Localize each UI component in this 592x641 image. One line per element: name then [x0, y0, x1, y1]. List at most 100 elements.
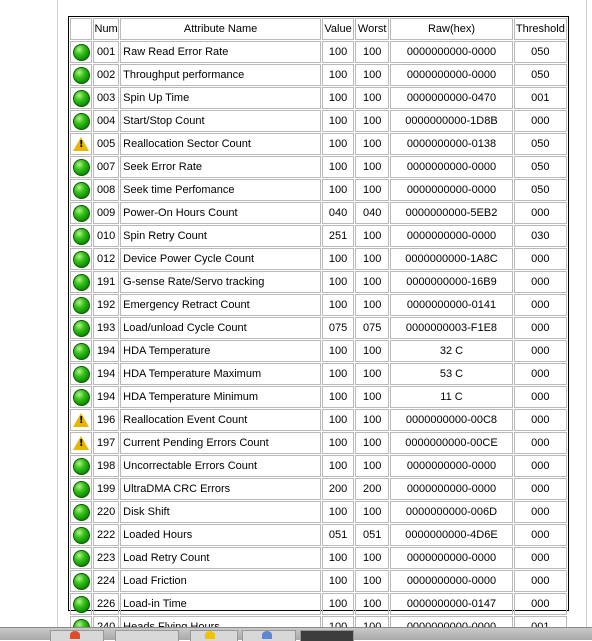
attribute-value: 100 [321, 248, 355, 270]
table-row[interactable]: 196Reallocation Event Count1001000000000… [70, 409, 567, 431]
table-row[interactable]: 003 Spin Up Time 100 100 0000000000-0470 001 [70, 87, 567, 109]
attribute-num: 224 [93, 570, 120, 592]
table-row[interactable]: 226 Load-in Time 100 100 0000000000-0147 000 [70, 593, 567, 615]
attribute-raw: 0000000000-0138 [390, 133, 513, 155]
attribute-num: 222 [93, 524, 120, 546]
browser-icon [70, 631, 80, 639]
attribute-raw: 0000000003-F1E8 [390, 317, 513, 339]
table-header-row: Num Attribute Name Value Worst Raw(hex) … [70, 18, 567, 40]
attribute-threshold: 000 [513, 501, 567, 523]
table-row[interactable]: 198 Uncorrectable Errors Count 100 100 00000… [70, 455, 567, 477]
attribute-value: 100 [321, 593, 355, 615]
column-header-value[interactable]: Value [321, 18, 355, 40]
status-cell [70, 386, 93, 408]
attribute-threshold: 000 [513, 271, 567, 293]
table-row[interactable]: 222 Loaded Hours 051 051 0000000000-4D6E 000 [70, 524, 567, 546]
green-ok-icon [72, 250, 90, 268]
attribute-num: 199 [93, 478, 120, 500]
attribute-worst: 100 [355, 156, 390, 178]
table-row[interactable]: 194 HDA Temperature 100 100 32 C 000 [70, 340, 567, 362]
attribute-value: 100 [321, 363, 355, 385]
attribute-raw: 0000000000-1A8C [390, 248, 513, 270]
table-row[interactable]: 194 HDA Temperature Maximum 100 100 53 C 000 [70, 363, 567, 385]
table-row[interactable]: 197Current Pending Errors Count100100000… [70, 432, 567, 454]
column-header-num[interactable]: Num [93, 18, 120, 40]
table-row[interactable]: 009 Power-On Hours Count 040 040 0000000000-… [70, 202, 567, 224]
attribute-worst: 100 [355, 87, 390, 109]
green-ok-icon [72, 227, 90, 245]
taskbar-button[interactable] [300, 630, 354, 641]
table-row[interactable]: 002 Throughput performance 100 100 000000000… [70, 64, 567, 86]
attribute-name: Seek time Perfomance [120, 179, 321, 201]
column-header-raw-hex[interactable]: Raw(hex) [390, 18, 513, 40]
green-ok-icon [72, 204, 90, 222]
attribute-value: 100 [321, 41, 355, 63]
attribute-raw: 0000000000-0000 [390, 41, 513, 63]
smart-attributes-table: Num Attribute Name Value Worst Raw(hex) … [69, 17, 568, 639]
attribute-num: 001 [93, 41, 120, 63]
attribute-worst: 100 [355, 225, 390, 247]
taskbar-button[interactable] [115, 630, 179, 641]
attribute-value: 100 [321, 64, 355, 86]
attribute-threshold: 000 [513, 202, 567, 224]
attribute-name: HDA Temperature Minimum [120, 386, 321, 408]
attribute-value: 100 [321, 386, 355, 408]
attribute-num: 003 [93, 87, 120, 109]
column-header-status[interactable] [70, 18, 93, 40]
table-row[interactable]: 001 Raw Read Error Rate 100 100 0000000000-0… [70, 41, 567, 63]
table-row[interactable]: 005Reallocation Sector Count100100000000… [70, 133, 567, 155]
status-cell [70, 317, 93, 339]
window-edge-left [57, 0, 58, 627]
attribute-value: 251 [321, 225, 355, 247]
attribute-worst: 100 [355, 179, 390, 201]
attribute-raw: 0000000000-0000 [390, 156, 513, 178]
table-row[interactable]: 010 Spin Retry Count 251 100 0000000000-0000… [70, 225, 567, 247]
attribute-worst: 200 [355, 478, 390, 500]
attribute-threshold: 000 [513, 317, 567, 339]
table-row[interactable]: 004 Start/Stop Count 100 100 0000000000-1D8B… [70, 110, 567, 132]
attribute-raw: 0000000000-0141 [390, 294, 513, 316]
table-row[interactable]: 220 Disk Shift 100 100 0000000000-006D 000 [70, 501, 567, 523]
attribute-num: 194 [93, 386, 120, 408]
table-row[interactable]: 007 Seek Error Rate 100 100 0000000000-0000 0… [70, 156, 567, 178]
column-header-attribute-name[interactable]: Attribute Name [120, 18, 321, 40]
attribute-name: Load Retry Count [120, 547, 321, 569]
table-row[interactable]: 193 Load/unload Cycle Count 075 075 00000000… [70, 317, 567, 339]
warning-triangle-icon [73, 436, 90, 450]
green-ok-icon [72, 66, 90, 84]
attribute-value: 100 [321, 156, 355, 178]
column-header-threshold[interactable]: Threshold [513, 18, 567, 40]
attribute-name: Current Pending Errors Count [120, 432, 321, 454]
attribute-value: 100 [321, 501, 355, 523]
status-cell [70, 570, 93, 592]
attribute-raw: 0000000000-0000 [390, 455, 513, 477]
attribute-num: 193 [93, 317, 120, 339]
status-cell [70, 455, 93, 477]
attribute-raw: 0000000000-006D [390, 501, 513, 523]
attribute-threshold: 050 [513, 133, 567, 155]
column-header-worst[interactable]: Worst [355, 18, 390, 40]
table-row[interactable]: 192 Emergency Retract Count 100 100 00000000… [70, 294, 567, 316]
table-row[interactable]: 224 Load Friction 100 100 0000000000-0000 000 [70, 570, 567, 592]
attribute-num: 007 [93, 156, 120, 178]
table-row[interactable]: 194 HDA Temperature Minimum 100 100 11 C 000 [70, 386, 567, 408]
attribute-threshold: 050 [513, 64, 567, 86]
attribute-threshold: 000 [513, 294, 567, 316]
attribute-value: 100 [321, 110, 355, 132]
attribute-value: 100 [321, 547, 355, 569]
status-cell [70, 363, 93, 385]
table-row[interactable]: 191 G-sense Rate/Servo tracking 100 100 0000… [70, 271, 567, 293]
attribute-name: G-sense Rate/Servo tracking [120, 271, 321, 293]
status-cell [70, 593, 93, 615]
green-ok-icon [72, 595, 90, 613]
table-row[interactable]: 223 Load Retry Count 100 100 0000000000-0000… [70, 547, 567, 569]
attribute-worst: 100 [355, 133, 390, 155]
table-row[interactable]: 008 Seek time Perfomance 100 100 0000000000-… [70, 179, 567, 201]
table-row[interactable]: 199 UltraDMA CRC Errors 200 200 0000000000-0… [70, 478, 567, 500]
attribute-num: 226 [93, 593, 120, 615]
attribute-raw: 32 C [390, 340, 513, 362]
attribute-name: Throughput performance [120, 64, 321, 86]
attribute-num: 192 [93, 294, 120, 316]
attribute-threshold: 000 [513, 340, 567, 362]
table-row[interactable]: 012 Device Power Cycle Count 100 100 0000000… [70, 248, 567, 270]
